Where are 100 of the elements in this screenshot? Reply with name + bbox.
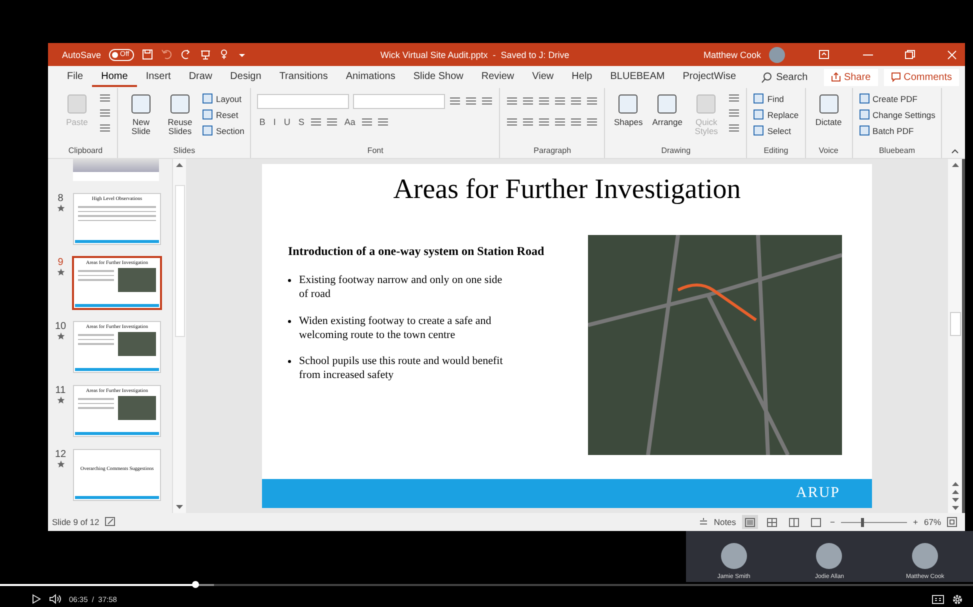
presenter-icon[interactable] — [200, 49, 212, 60]
menu-tab[interactable]: Help — [562, 68, 602, 86]
scroll-thumb[interactable] — [950, 312, 960, 336]
lines-icon[interactable] — [728, 107, 740, 119]
lines-icon[interactable] — [449, 95, 462, 107]
play-icon[interactable] — [32, 594, 41, 604]
ribbon-button[interactable]: Reset — [202, 108, 244, 121]
lines-icon[interactable] — [99, 107, 111, 119]
search-icon — [761, 72, 772, 82]
ribbon-button[interactable]: Change Settings — [858, 108, 936, 121]
lines-icon[interactable] — [586, 116, 598, 128]
ribbon-button[interactable]: Select — [753, 124, 799, 137]
slide-thumbnail[interactable] — [73, 159, 159, 181]
lines-icon[interactable] — [538, 116, 550, 128]
lines-icon[interactable] — [99, 92, 111, 104]
restore-icon[interactable] — [905, 50, 915, 59]
menu-tab[interactable]: ProjectWise — [674, 68, 746, 86]
settings-icon[interactable] — [952, 594, 963, 604]
toolbar-icon — [753, 125, 764, 136]
close-icon[interactable] — [947, 50, 957, 60]
lines-icon[interactable] — [481, 95, 494, 107]
format-button[interactable]: I — [271, 117, 278, 127]
zoom-in-button[interactable]: + — [913, 517, 918, 527]
toolbar-icon — [694, 92, 718, 116]
slide-number: 12 — [54, 449, 66, 460]
ribbon-button[interactable]: Arrange — [650, 92, 684, 128]
menu-tab[interactable]: Design — [221, 68, 270, 86]
comment-icon — [890, 72, 901, 82]
scroll-up-icon[interactable] — [952, 162, 958, 167]
menu-tab[interactable]: Review — [472, 68, 524, 86]
dropdown-field[interactable] — [353, 94, 446, 108]
lines-icon[interactable] — [506, 95, 518, 107]
lines-icon[interactable] — [310, 116, 322, 128]
format-button[interactable]: S — [296, 117, 306, 127]
lines-icon[interactable] — [554, 116, 566, 128]
format-button[interactable]: B — [257, 117, 268, 127]
ribbon-button[interactable]: New Slide — [124, 92, 158, 137]
progress-handle[interactable] — [192, 581, 199, 588]
menu-tab[interactable]: Transitions — [270, 68, 337, 86]
ribbon-button[interactable]: Layout — [202, 92, 244, 105]
dropdown-field[interactable] — [257, 94, 350, 108]
scroll-thumb[interactable] — [174, 185, 184, 337]
lines-icon[interactable] — [326, 116, 338, 128]
group-label: Drawing — [660, 146, 692, 157]
ribbon-button[interactable]: Find — [753, 92, 799, 105]
star-icon — [56, 460, 64, 468]
slide-number: 9 — [58, 257, 64, 268]
menu-tab[interactable]: Slide Show — [404, 68, 472, 86]
menu-tab[interactable]: Insert — [136, 68, 180, 86]
lines-icon[interactable] — [377, 116, 390, 128]
search-field[interactable]: Search — [776, 72, 808, 82]
spelling-icon[interactable] — [105, 517, 116, 527]
ribbon-display-icon[interactable] — [819, 50, 829, 59]
view-button[interactable] — [742, 515, 758, 529]
lines-icon[interactable] — [465, 95, 478, 107]
lines-icon[interactable] — [728, 92, 740, 104]
menu-tab[interactable]: File — [58, 68, 92, 86]
lines-icon[interactable] — [586, 95, 598, 107]
lines-icon[interactable] — [522, 95, 534, 107]
lines-icon[interactable] — [554, 95, 566, 107]
lines-icon[interactable] — [570, 116, 582, 128]
volume-icon[interactable] — [49, 594, 61, 604]
comments-button[interactable]: Comments — [884, 68, 959, 86]
save-icon[interactable] — [142, 49, 154, 60]
ribbon-button[interactable]: Replace — [753, 108, 799, 121]
menu-tab[interactable]: BLUEBEAM — [601, 68, 674, 86]
lines-icon[interactable] — [361, 116, 374, 128]
format-button[interactable]: Aa — [342, 117, 358, 127]
notes-button[interactable]: Notes — [714, 517, 736, 527]
ribbon-button[interactable]: Batch PDF — [858, 124, 936, 137]
lines-icon[interactable] — [538, 95, 550, 107]
format-button[interactable]: U — [282, 117, 292, 127]
menu-tab[interactable]: View — [523, 68, 563, 86]
lines-icon[interactable] — [99, 122, 111, 134]
scroll-up-icon[interactable] — [176, 162, 183, 167]
bullet-text: Widen existing footway to create a safe and welcoming route to the town centre — [299, 314, 492, 342]
bullet-text: Existing footway narrow and only on one side of road — [299, 273, 504, 302]
ribbon-button[interactable]: Reuse Slides — [163, 92, 197, 137]
captions-icon[interactable] — [932, 594, 944, 604]
scroll-down-icon[interactable] — [176, 505, 183, 510]
lines-icon[interactable] — [522, 116, 534, 128]
lines-icon[interactable] — [570, 95, 582, 107]
lines-icon[interactable] — [506, 116, 518, 128]
collapse-caret-icon[interactable] — [951, 148, 959, 154]
scrollbar[interactable] — [948, 159, 962, 513]
ribbon-button[interactable]: Shapes — [611, 92, 646, 128]
menu-tab[interactable]: Animations — [336, 68, 404, 86]
zoom-out-button[interactable]: − — [830, 517, 836, 527]
share-button[interactable]: Share — [824, 68, 878, 86]
scrollbar[interactable] — [172, 159, 186, 513]
page-nav-icon[interactable] — [952, 480, 958, 510]
ribbon-button[interactable]: Section — [202, 124, 244, 137]
lines-icon[interactable] — [728, 122, 740, 134]
redo-icon[interactable] — [181, 49, 192, 60]
ribbon-button[interactable]: Create PDF — [858, 92, 936, 105]
ribbon-button[interactable]: Dictate — [812, 92, 846, 128]
toolbar-icon — [202, 93, 213, 104]
zoom-slider-thumb[interactable] — [860, 518, 864, 526]
fit-slide-icon[interactable] — [947, 517, 957, 527]
menu-tab[interactable]: Draw — [180, 68, 222, 86]
